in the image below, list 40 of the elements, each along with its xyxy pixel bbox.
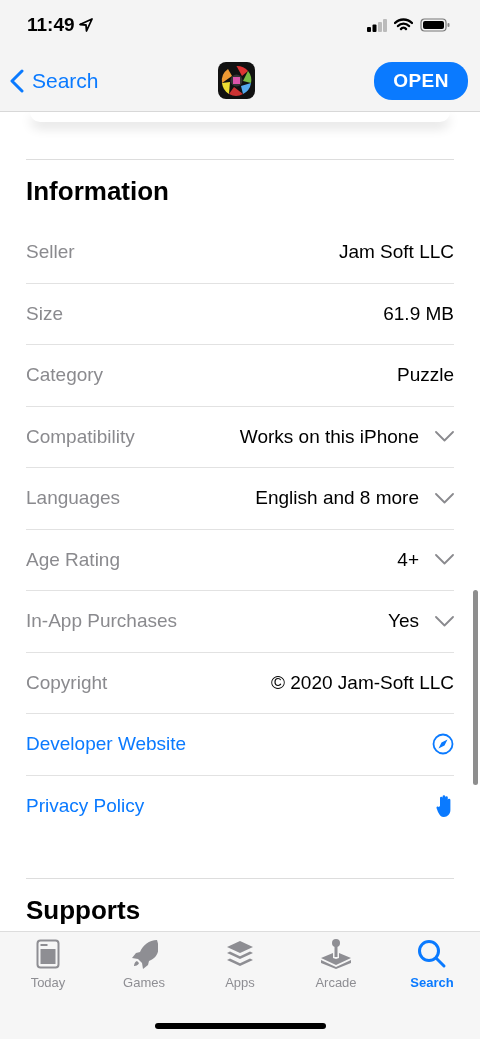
back-chevron-icon (10, 68, 24, 93)
open-button[interactable]: OPEN (374, 61, 468, 100)
info-value: © 2020 Jam-Soft LLC (271, 671, 454, 694)
info-label: Size (26, 302, 63, 325)
link[interactable]: Developer Website (26, 733, 187, 756)
app-icon (217, 62, 255, 99)
info-value: Jam Soft LLC (338, 241, 454, 264)
info-value: Puzzle (396, 364, 454, 387)
joystick-icon (319, 939, 353, 969)
rocket-icon (130, 939, 158, 969)
tab[interactable]: Today (8, 938, 88, 990)
signal-icon (367, 18, 387, 32)
info-label: Languages (26, 487, 121, 510)
wifi-icon (394, 18, 413, 32)
info-label: Copyright (26, 671, 108, 694)
info-value: Works on this iPhone (239, 425, 419, 448)
status-time: 11:49 (27, 14, 75, 36)
info-label: Compatibility (26, 425, 135, 448)
search-icon (417, 939, 447, 969)
location-arrow-icon (78, 18, 93, 32)
tab[interactable]: Games (104, 938, 184, 990)
tab[interactable]: Apps (200, 938, 280, 990)
info-label: Age Rating (26, 548, 120, 571)
compass-icon (432, 733, 454, 756)
info-label: In-App Purchases (26, 610, 178, 633)
info-value: Yes (388, 610, 419, 633)
section-title: Supports (26, 893, 142, 927)
layers-icon (225, 939, 255, 969)
battery-icon (420, 18, 450, 32)
info-value: English and 8 more (255, 487, 419, 510)
link[interactable]: Privacy Policy (26, 795, 145, 818)
info-label: Seller (26, 241, 75, 264)
tab[interactable]: Arcade (296, 938, 376, 990)
info-value: 4+ (397, 548, 419, 571)
info-value: 61.9 MB (383, 302, 454, 325)
section-title: Information (26, 174, 170, 208)
back-button[interactable]: Search (10, 68, 99, 93)
tab[interactable]: Search (392, 938, 472, 990)
today-page-icon (36, 939, 60, 969)
info-label: Category (26, 364, 104, 387)
